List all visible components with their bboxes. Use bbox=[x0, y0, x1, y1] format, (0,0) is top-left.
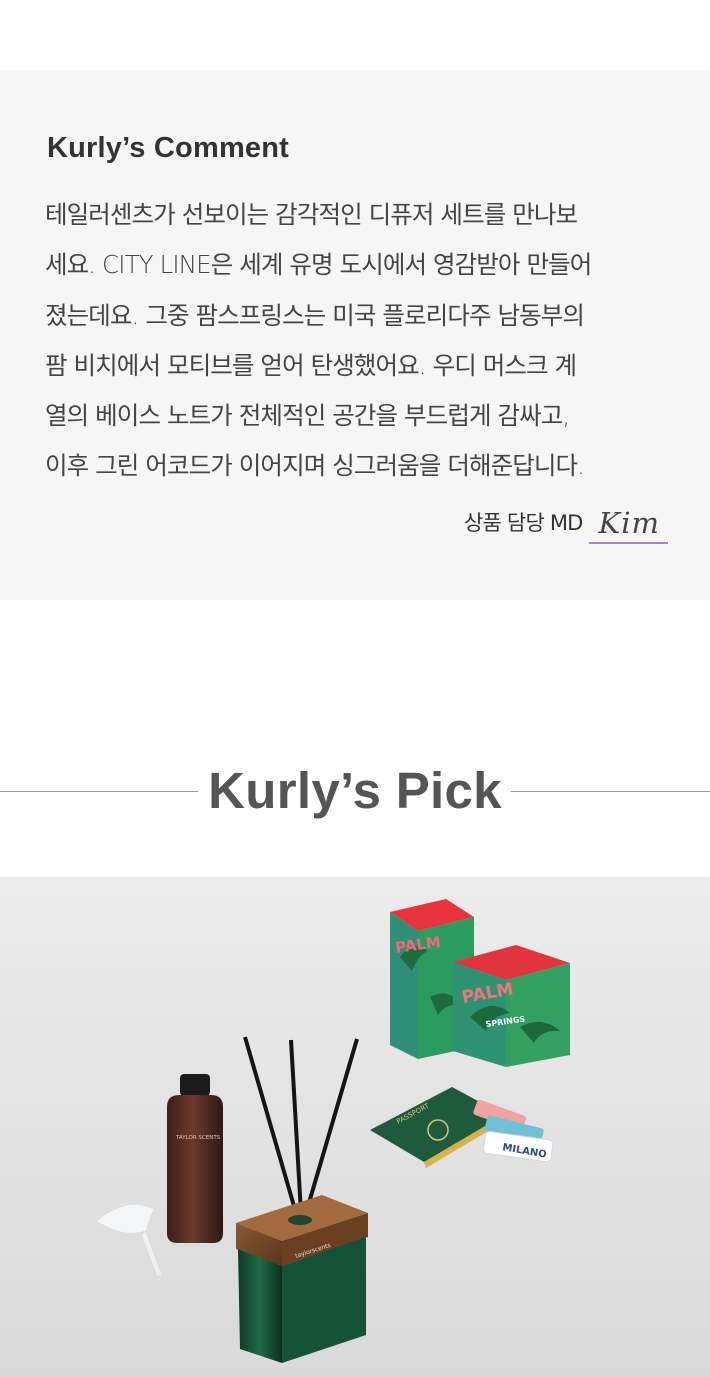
divider-right bbox=[511, 791, 710, 792]
comment-line: 세요. CITY LINE은 세계 유명 도시에서 영감받아 만들어 bbox=[45, 250, 592, 280]
comment-line: 이후 그린 어코드가 이어지며 싱그러움을 더해준답니다. bbox=[45, 451, 585, 481]
product-photo: PALM PALM SPRINGS PASSPORT MILANO TAYLOR… bbox=[0, 877, 710, 1377]
signature-label: 상품 담당 MD bbox=[464, 511, 583, 535]
refill-bottle: TAYLOR SCENTS bbox=[167, 1074, 223, 1243]
comment-line: 열의 베이스 노트가 전체적인 공간을 부드럽게 감싸고, bbox=[45, 401, 570, 431]
comment-line: 팜 비치에서 모티브를 얻어 탄생했어요. 우디 머스크 계 bbox=[45, 350, 577, 380]
signature-name: Kim bbox=[598, 506, 660, 540]
comment-title: Kurly’s Comment bbox=[47, 132, 290, 164]
md-signature: 상품 담당 MD Kim bbox=[464, 503, 668, 544]
comment-body: 테일러센츠가 선보이는 감각적인 디퓨저 세트를 만나보 세요. CITY LI… bbox=[45, 190, 685, 492]
comment-line: 졌는데요. 그중 팜스프링스는 미국 플로리다주 남동부의 bbox=[45, 300, 585, 330]
comment-line: 테일러센츠가 선보이는 감각적인 디퓨저 세트를 만나보 bbox=[45, 200, 578, 229]
kurly-comment-section: Kurly’s Comment 테일러센츠가 선보이는 감각적인 디퓨저 세트를… bbox=[0, 70, 710, 600]
signature-underline: Kim bbox=[588, 506, 668, 544]
bottle-label: TAYLOR SCENTS bbox=[175, 1135, 221, 1141]
kurly-pick-header: Kurly’s Pick bbox=[0, 760, 710, 824]
palm-springs-box-front: PALM SPRINGS bbox=[453, 945, 570, 1067]
